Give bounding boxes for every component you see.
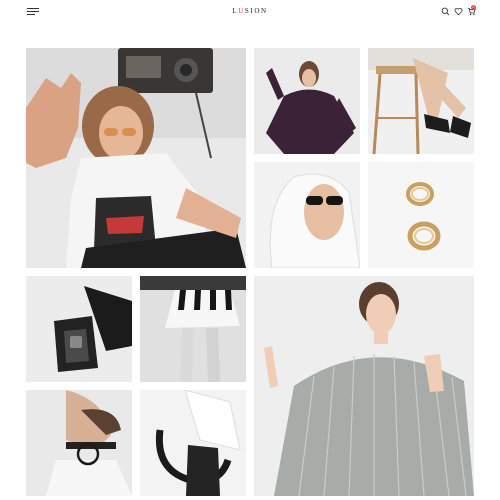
search-icon[interactable] <box>441 7 450 16</box>
gallery-image-sunglasses-hood[interactable] <box>254 162 360 268</box>
photo-piano-skirt <box>140 276 246 382</box>
gallery-image-black-bag[interactable] <box>26 276 132 382</box>
gallery-image-model-radio[interactable] <box>26 48 246 268</box>
photo-black-top <box>254 48 360 154</box>
photo-black-heels <box>368 48 474 154</box>
gallery-image-ring-necklace[interactable] <box>26 390 132 496</box>
gallery-image-black-top[interactable] <box>254 48 360 154</box>
gallery-image-black-heels[interactable] <box>368 48 474 154</box>
photo-gold-earrings <box>368 162 474 268</box>
heart-icon[interactable] <box>454 7 463 16</box>
gallery-image-pleated-dress[interactable] <box>254 276 474 496</box>
photo-sunglasses-hood <box>254 162 360 268</box>
gallery-image-gold-earrings[interactable] <box>368 162 474 268</box>
photo-ring-necklace <box>26 390 132 496</box>
photo-bag-strap <box>140 390 246 496</box>
photo-black-bag <box>26 276 132 382</box>
photo-model-with-radio <box>26 48 246 268</box>
photo-pleated-dress <box>254 276 474 496</box>
gallery-image-piano-skirt[interactable] <box>140 276 246 382</box>
brand-logo[interactable]: LUSION <box>0 7 500 15</box>
cart-count-badge: 0 <box>471 5 476 10</box>
gallery-image-bag-strap[interactable] <box>140 390 246 496</box>
top-header: LUSION 0 <box>0 0 500 24</box>
